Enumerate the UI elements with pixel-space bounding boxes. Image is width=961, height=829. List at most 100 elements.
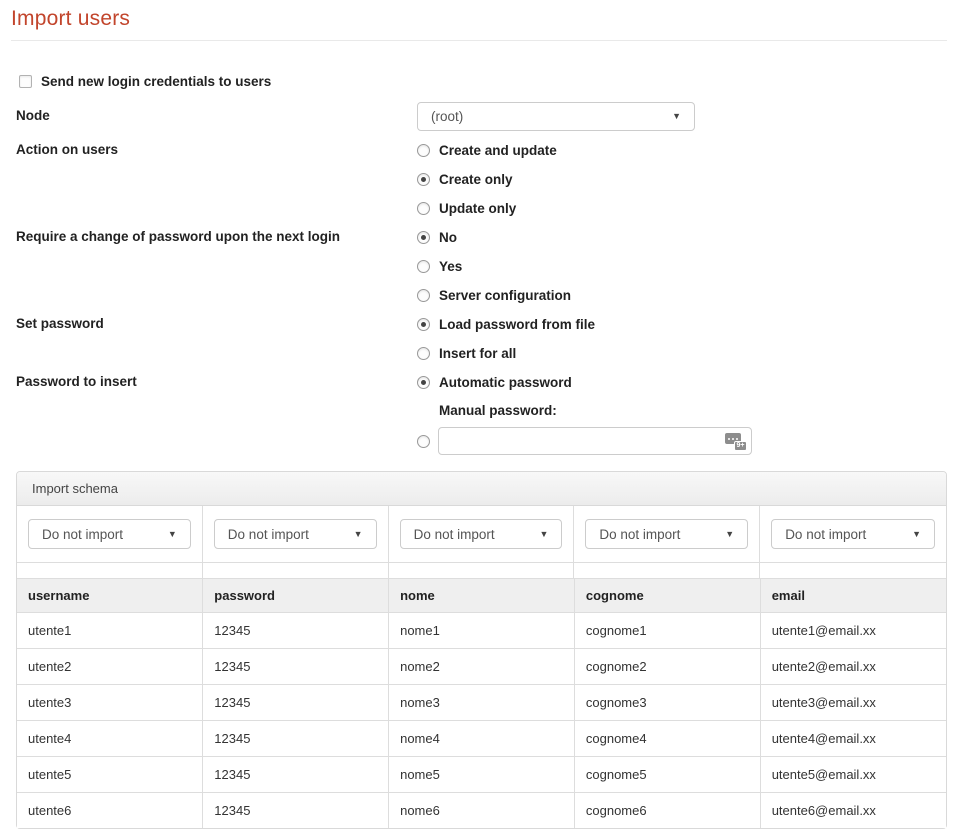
cell: cognome3: [574, 685, 760, 721]
radio-label: No: [439, 230, 457, 245]
import-preview-table: username password nome cognome email ute…: [17, 578, 946, 828]
send-credentials-row: Send new login credentials to users: [19, 73, 947, 90]
radio-load-password-from-file[interactable]: [417, 318, 430, 331]
table-row: utente2 12345 nome2 cognome2 utente2@ema…: [17, 649, 946, 685]
cell: utente1@email.xx: [760, 613, 946, 649]
chevron-down-icon: ▼: [539, 530, 548, 539]
manual-password-row: 9+: [417, 424, 752, 458]
chevron-down-icon: ▼: [168, 530, 177, 539]
password-to-insert-label: Password to insert: [16, 368, 417, 390]
radio-row: Load password from file: [417, 310, 595, 339]
node-select[interactable]: (root) ▼: [417, 102, 695, 131]
manual-password-label: Manual password:: [439, 403, 557, 418]
col-header-username: username: [17, 579, 203, 613]
cell: utente2: [17, 649, 203, 685]
schema-select-value: Do not import: [599, 527, 680, 542]
cell: nome4: [389, 721, 575, 757]
password-to-insert-group: Password to insert Automatic password Ma…: [16, 368, 947, 458]
schema-column-select-5[interactable]: Do not import ▼: [771, 519, 935, 549]
import-schema-panel-title: Import schema: [17, 472, 946, 506]
schema-select-value: Do not import: [414, 527, 495, 542]
form-groups: Action on users Create and update Create…: [16, 136, 947, 458]
chevron-down-icon: ▼: [912, 530, 921, 539]
table-row: utente4 12345 nome4 cognome4 utente4@ema…: [17, 721, 946, 757]
schema-select-value: Do not import: [785, 527, 866, 542]
title-divider: [11, 40, 947, 41]
schema-selects-row: Do not import ▼ Do not import ▼ Do not i…: [17, 506, 946, 562]
col-header-nome: nome: [389, 579, 575, 613]
radio-create-and-update[interactable]: [417, 144, 430, 157]
col-header-email: email: [760, 579, 946, 613]
radio-row: Create and update: [417, 136, 557, 165]
radio-row: Server configuration: [417, 281, 571, 310]
cell: 12345: [203, 757, 389, 793]
cell: cognome6: [574, 793, 760, 829]
radio-label: Create only: [439, 172, 513, 187]
set-password-options: Load password from file Insert for all: [417, 310, 595, 368]
table-row: utente5 12345 nome5 cognome5 utente5@ema…: [17, 757, 946, 793]
radio-label: Create and update: [439, 143, 557, 158]
cell: cognome2: [574, 649, 760, 685]
col-header-password: password: [203, 579, 389, 613]
radio-row: Automatic password: [417, 368, 752, 397]
password-generator-icon[interactable]: 9+: [725, 431, 747, 451]
cell: utente6: [17, 793, 203, 829]
radio-row: Update only: [417, 194, 557, 223]
radio-yes[interactable]: [417, 260, 430, 273]
cell: 12345: [203, 649, 389, 685]
node-select-value: (root): [431, 109, 463, 124]
schema-column-select-2[interactable]: Do not import ▼: [214, 519, 377, 549]
set-password-group: Set password Load password from file Ins…: [16, 310, 947, 368]
action-on-users-group: Action on users Create and update Create…: [16, 136, 947, 223]
radio-insert-for-all[interactable]: [417, 347, 430, 360]
chevron-down-icon: ▼: [672, 112, 681, 121]
radio-server-configuration[interactable]: [417, 289, 430, 302]
col-header-cognome: cognome: [574, 579, 760, 613]
require-password-change-group: Require a change of password upon the ne…: [16, 223, 947, 310]
schema-spacer-row: [17, 562, 946, 578]
cell: nome1: [389, 613, 575, 649]
schema-select-value: Do not import: [42, 527, 123, 542]
schema-column-select-4[interactable]: Do not import ▼: [585, 519, 748, 549]
radio-automatic-password[interactable]: [417, 376, 430, 389]
cell: cognome1: [574, 613, 760, 649]
cell: 12345: [203, 721, 389, 757]
radio-create-only[interactable]: [417, 173, 430, 186]
schema-select-cell: Do not import ▼: [203, 506, 389, 562]
radio-no[interactable]: [417, 231, 430, 244]
radio-manual-password[interactable]: [417, 435, 430, 448]
import-schema-panel: Import schema Do not import ▼ Do not imp…: [16, 471, 947, 829]
radio-label: Yes: [439, 259, 462, 274]
schema-select-value: Do not import: [228, 527, 309, 542]
cell: utente4@email.xx: [760, 721, 946, 757]
radio-row: Yes: [417, 252, 571, 281]
cell: nome5: [389, 757, 575, 793]
radio-label: Automatic password: [439, 375, 572, 390]
manual-password-label-row: Manual password:: [417, 397, 752, 424]
radio-label: Load password from file: [439, 317, 595, 332]
set-password-label: Set password: [16, 310, 417, 332]
cell: 12345: [203, 793, 389, 829]
node-label: Node: [16, 102, 417, 124]
password-to-insert-options: Automatic password Manual password: 9+: [417, 368, 752, 458]
radio-row: Insert for all: [417, 339, 595, 368]
page-title: Import users: [11, 7, 947, 31]
send-credentials-label: Send new login credentials to users: [41, 74, 271, 89]
table-row: utente3 12345 nome3 cognome3 utente3@ema…: [17, 685, 946, 721]
radio-row: Create only: [417, 165, 557, 194]
cell: utente5: [17, 757, 203, 793]
radio-update-only[interactable]: [417, 202, 430, 215]
node-row: Node (root) ▼: [16, 102, 947, 131]
schema-column-select-3[interactable]: Do not import ▼: [400, 519, 563, 549]
manual-password-input[interactable]: [438, 427, 752, 455]
schema-column-select-1[interactable]: Do not import ▼: [28, 519, 191, 549]
cell: utente2@email.xx: [760, 649, 946, 685]
cell: utente1: [17, 613, 203, 649]
cell: 12345: [203, 685, 389, 721]
schema-select-cell: Do not import ▼: [17, 506, 203, 562]
cell: utente5@email.xx: [760, 757, 946, 793]
cell: utente4: [17, 721, 203, 757]
cell: cognome4: [574, 721, 760, 757]
schema-select-cell: Do not import ▼: [760, 506, 946, 562]
send-credentials-checkbox[interactable]: [19, 75, 32, 88]
